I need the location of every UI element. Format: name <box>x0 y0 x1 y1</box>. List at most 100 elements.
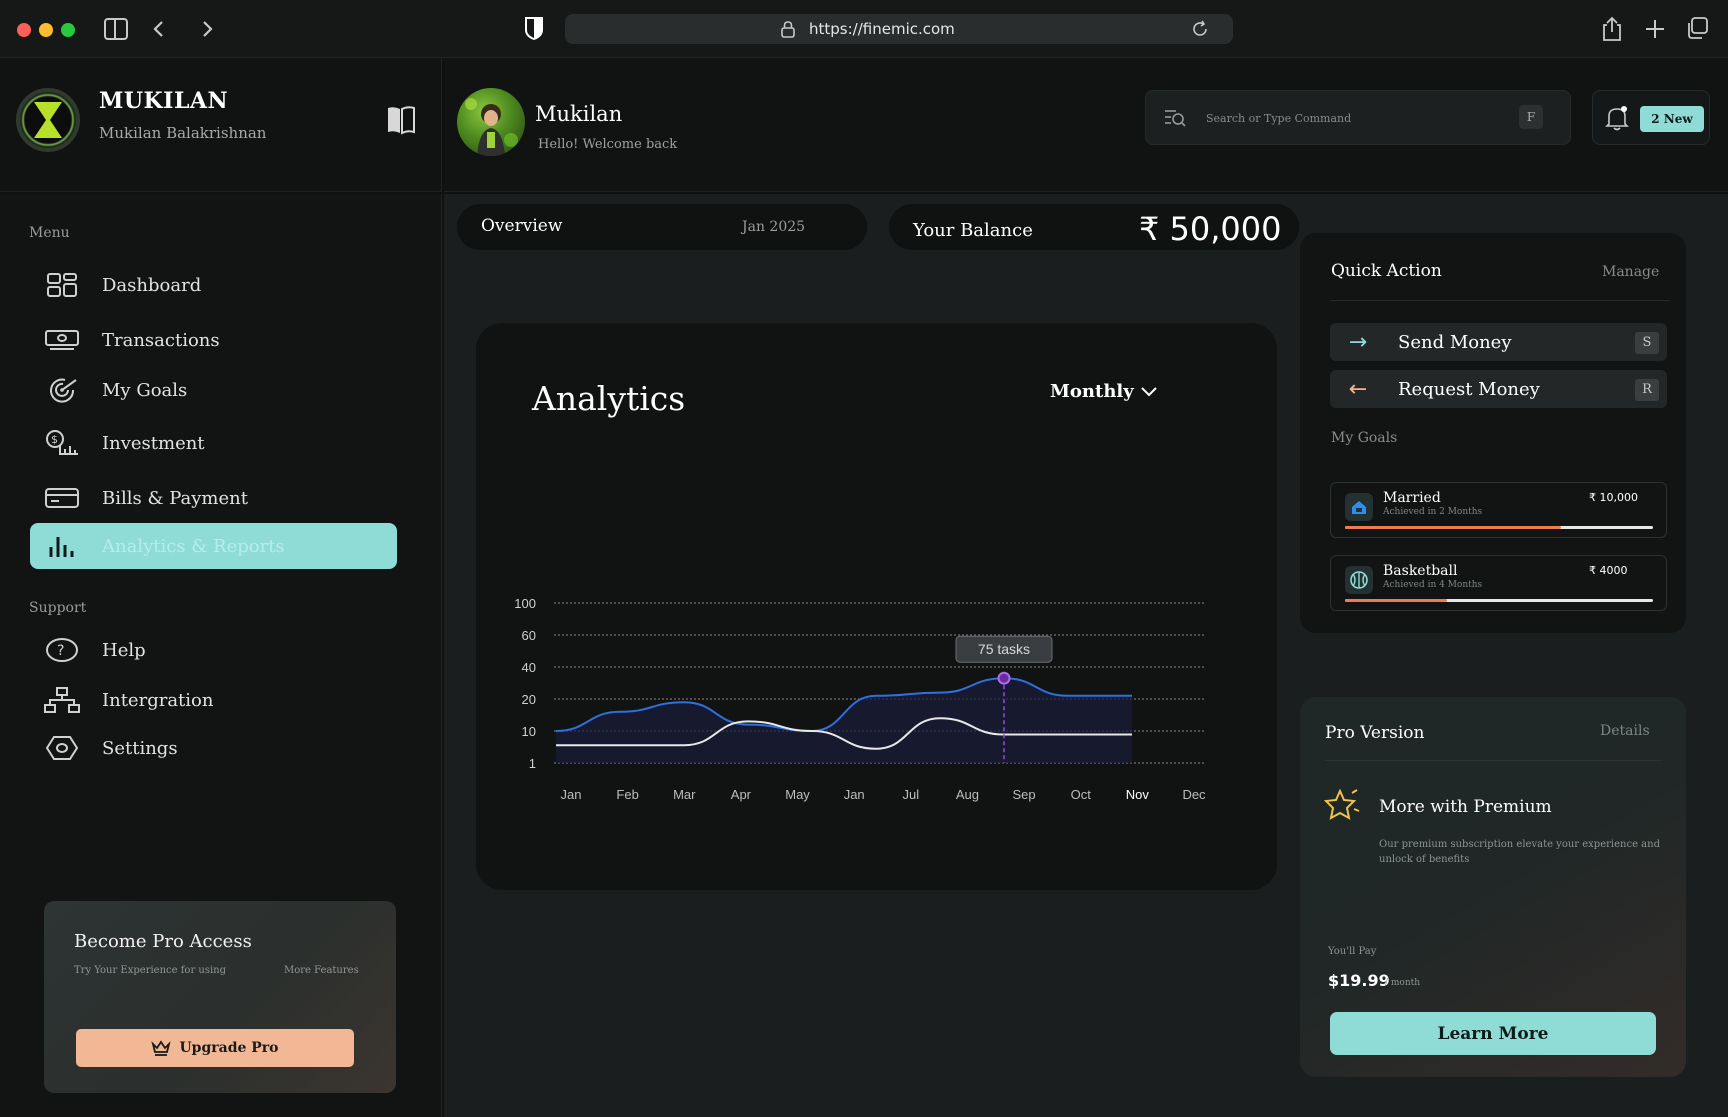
quick-action-card: Quick Action Manage → Send Money S ← Req… <box>1300 233 1686 633</box>
goal-subtitle: Achieved in 4 Months <box>1383 580 1483 590</box>
shield-icon[interactable] <box>524 16 544 40</box>
close-window-button[interactable] <box>17 23 31 37</box>
balance-pill: Your Balance ₹ 50,000 <box>889 204 1299 250</box>
goal-amount: ₹ 10,000 <box>1589 491 1638 504</box>
y-tick-label: 40 <box>522 660 536 675</box>
search-box[interactable]: F <box>1145 90 1571 145</box>
become-pro-features: More Features <box>284 965 359 976</box>
user-name: Mukilan <box>535 102 623 126</box>
request-money-label: Request Money <box>1398 378 1540 400</box>
star-icon <box>1324 789 1360 820</box>
become-pro-card: Become Pro Access Try Your Experience fo… <box>44 901 396 1093</box>
become-pro-subtitle: Try Your Experience for using <box>74 965 227 976</box>
book-icon[interactable] <box>386 104 416 136</box>
goal-progress-fill <box>1345 599 1447 602</box>
goal-progress-bar <box>1345 526 1653 529</box>
new-tab-icon[interactable] <box>1645 19 1665 39</box>
sidebar-item-bills-payment[interactable]: Bills & Payment <box>30 475 397 521</box>
home-icon <box>1345 493 1373 521</box>
sidebar-item-label: Investment <box>102 432 205 454</box>
x-tick-label: Aug <box>956 787 979 802</box>
svg-text:?: ? <box>57 643 64 659</box>
my-goals-heading: My Goals <box>1331 430 1398 446</box>
send-money-button[interactable]: → Send Money S <box>1330 323 1667 361</box>
bell-icon[interactable] <box>1605 105 1629 131</box>
arrow-right-icon: → <box>1348 329 1368 355</box>
balance-amount: ₹ 50,000 <box>1139 210 1282 248</box>
url-text: https://finemic.com <box>809 20 955 38</box>
sidebar-item-investment[interactable]: $ Investment <box>30 420 397 466</box>
upgrade-pro-button[interactable]: Upgrade Pro <box>76 1029 354 1067</box>
price-period: / month <box>1385 978 1421 988</box>
profile-name: MUKILAN <box>99 88 229 114</box>
y-tick-label: 100 <box>514 596 536 611</box>
maximize-window-button[interactable] <box>61 23 75 37</box>
settings-icon <box>44 733 80 763</box>
forward-icon[interactable] <box>202 20 214 38</box>
sidebar-item-label: Analytics & Reports <box>102 535 285 557</box>
search-input[interactable] <box>1206 106 1506 130</box>
sidebar-item-my-goals[interactable]: My Goals <box>30 367 397 413</box>
sidebar-item-label: Intergration <box>102 689 214 711</box>
minimize-window-button[interactable] <box>39 23 53 37</box>
x-tick-label: Feb <box>616 787 638 802</box>
sidebar-item-label: Settings <box>102 737 178 759</box>
search-icon <box>1165 110 1186 127</box>
x-tick-label: Dec <box>1182 787 1206 802</box>
y-tick-label: 20 <box>522 692 536 707</box>
dashboard-icon <box>44 270 80 300</box>
arrow-left-icon: ← <box>1348 376 1368 402</box>
goal-amount: ₹ 4000 <box>1589 564 1628 577</box>
sidebar-item-dashboard[interactable]: Dashboard <box>30 262 397 308</box>
divider <box>1331 300 1669 301</box>
details-link[interactable]: Details <box>1600 723 1650 739</box>
sidebar-item-integration[interactable]: Intergration <box>30 677 397 723</box>
y-tick-label: 60 <box>522 628 536 643</box>
help-icon: ? <box>44 635 80 665</box>
cash-icon <box>44 325 80 355</box>
avatar[interactable] <box>457 88 525 156</box>
request-money-button[interactable]: ← Request Money R <box>1330 370 1667 408</box>
sidebar-item-analytics-reports[interactable]: Analytics & Reports <box>30 523 397 569</box>
x-tick-label: Apr <box>731 787 752 802</box>
x-tick-label: Sep <box>1013 787 1036 802</box>
reload-icon[interactable] <box>1191 20 1209 38</box>
overview-pill[interactable]: Overview Jan 2025 <box>457 204 867 250</box>
investment-icon: $ <box>44 428 80 458</box>
tooltip-label: 75 tasks <box>978 641 1030 657</box>
tabs-overview-icon[interactable] <box>1686 17 1708 39</box>
sidebar-item-settings[interactable]: Settings <box>30 725 397 771</box>
sidebar-item-transactions[interactable]: Transactions <box>30 317 397 363</box>
lock-icon <box>781 21 795 38</box>
address-bar[interactable]: https://finemic.com <box>565 14 1233 44</box>
sidebar-toggle-icon[interactable] <box>104 18 128 40</box>
x-tick-label: Mar <box>673 787 696 802</box>
x-tick-label: Nov <box>1126 787 1150 802</box>
y-tick-label: 1 <box>529 756 536 771</box>
svg-text:$: $ <box>51 433 58 446</box>
sidebar-item-label: My Goals <box>102 379 188 401</box>
overview-date: Jan 2025 <box>742 219 806 235</box>
notifications-badge: 2 New <box>1640 106 1704 132</box>
pro-version-title: Pro Version <box>1325 723 1425 743</box>
crown-icon <box>151 1040 172 1056</box>
learn-more-button[interactable]: Learn More <box>1330 1012 1656 1055</box>
x-tick-label: Oct <box>1071 787 1092 802</box>
support-heading: Support <box>29 600 87 616</box>
goal-subtitle: Achieved in 2 Months <box>1383 507 1483 517</box>
goal-progress-bar <box>1345 599 1653 602</box>
back-icon[interactable] <box>152 20 164 38</box>
sidebar-item-label: Transactions <box>102 329 220 351</box>
become-pro-title: Become Pro Access <box>74 931 252 952</box>
bar-chart-icon <box>44 531 80 561</box>
sidebar-item-help[interactable]: ? Help <box>30 627 397 673</box>
share-icon[interactable] <box>1601 16 1623 42</box>
premium-description: Our premium subscription elevate your ex… <box>1379 839 1660 865</box>
notifications[interactable]: 2 New <box>1592 90 1710 145</box>
sidebar-item-label: Bills & Payment <box>102 487 248 509</box>
x-tick-label: Jan <box>561 787 582 802</box>
goal-item-married[interactable]: Married Achieved in 2 Months ₹ 10,000 <box>1330 482 1667 538</box>
manage-link[interactable]: Manage <box>1602 264 1659 280</box>
goal-item-basketball[interactable]: Basketball Achieved in 4 Months ₹ 4000 <box>1330 555 1667 611</box>
pay-label: You'll Pay <box>1328 946 1377 957</box>
